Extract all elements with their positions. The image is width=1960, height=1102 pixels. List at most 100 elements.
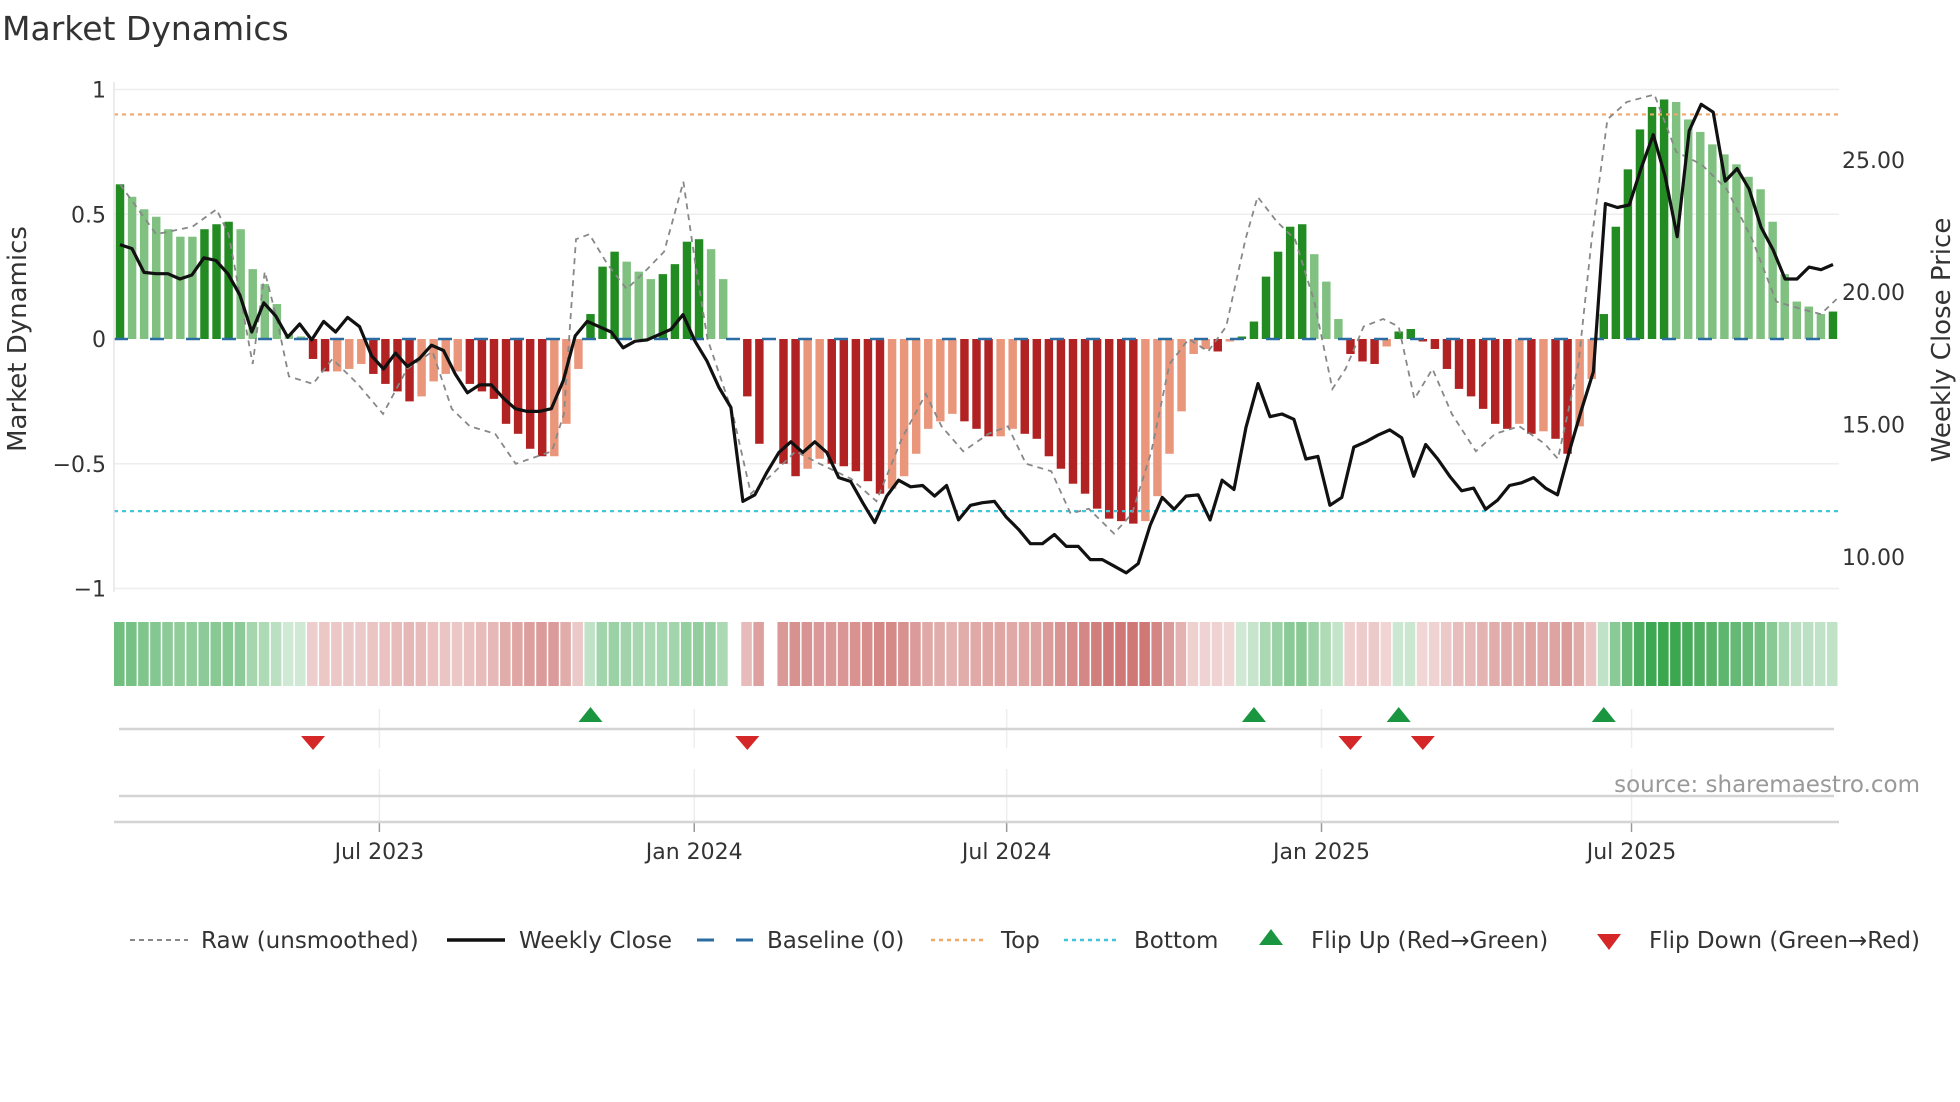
momentum-bar xyxy=(1442,339,1452,369)
momentum-bar xyxy=(658,274,668,339)
x-tick-label: Jul 2025 xyxy=(1585,840,1677,865)
momentum-bar xyxy=(1623,169,1633,339)
momentum-bar xyxy=(127,196,137,339)
momentum-bar xyxy=(417,339,426,397)
strip-cell xyxy=(801,622,813,686)
momentum-strip xyxy=(114,622,1838,686)
strip-cell xyxy=(596,622,608,686)
momentum-bar xyxy=(936,339,945,422)
momentum-bar xyxy=(332,339,342,372)
strip-cell xyxy=(379,622,390,686)
strip-cell xyxy=(958,622,969,686)
strip-cell xyxy=(246,622,258,686)
momentum-bar xyxy=(1551,339,1560,439)
momentum-bar xyxy=(1828,311,1838,339)
strip-cell xyxy=(825,622,837,686)
legend-label: Bottom xyxy=(1134,928,1218,954)
momentum-bar xyxy=(1297,224,1307,339)
strip-cell xyxy=(1018,622,1030,686)
strip-cell xyxy=(198,622,210,686)
strip-cell xyxy=(656,622,668,686)
momentum-bar xyxy=(960,339,969,422)
momentum-bar xyxy=(1117,339,1126,522)
strip-cell xyxy=(1247,622,1259,686)
y-tick-label: −0.5 xyxy=(53,453,106,478)
momentum-bar xyxy=(875,339,885,494)
flip-down-marker xyxy=(735,736,760,750)
momentum-bar xyxy=(320,339,330,372)
strip-cell xyxy=(1115,622,1126,686)
strip-cell xyxy=(1175,622,1187,686)
strip-cell xyxy=(1416,622,1428,686)
strip-cell xyxy=(1585,622,1597,686)
momentum-bar xyxy=(574,339,583,369)
strip-cell xyxy=(1778,622,1790,686)
momentum-bar xyxy=(899,339,909,477)
strip-cell xyxy=(1151,622,1162,686)
strip-cell xyxy=(1621,622,1633,686)
legend-item-bottom: Bottom xyxy=(1064,928,1218,954)
momentum-bar xyxy=(212,224,221,339)
strip-cell xyxy=(1284,622,1295,686)
momentum-bar xyxy=(863,339,873,482)
momentum-bar xyxy=(911,339,921,454)
momentum-bar xyxy=(1322,281,1331,339)
strip-cell xyxy=(1658,622,1669,686)
strip-cell xyxy=(777,622,789,686)
legend-label: Baseline (0) xyxy=(767,928,904,954)
legend-item-raw: Raw (unsmoothed) xyxy=(130,928,419,954)
chart-title: Market Dynamics xyxy=(2,9,289,48)
legend-label: Flip Up (Red→Green) xyxy=(1311,928,1548,954)
strip-cell xyxy=(1826,622,1838,686)
momentum-bar xyxy=(357,339,366,364)
y-tick-label: −1 xyxy=(74,578,106,603)
momentum-bar xyxy=(924,339,933,429)
strip-cell xyxy=(1392,622,1404,686)
strip-cell xyxy=(1513,622,1524,686)
strip-cell xyxy=(1079,622,1090,686)
momentum-bar xyxy=(984,339,993,437)
momentum-bar xyxy=(1032,339,1042,439)
momentum-bar xyxy=(1503,339,1512,429)
strip-cell xyxy=(1802,622,1814,686)
momentum-bar xyxy=(743,339,752,397)
momentum-bar xyxy=(1539,339,1548,432)
series-lines xyxy=(119,93,1838,575)
strip-cell xyxy=(849,622,861,686)
momentum-bar xyxy=(1515,339,1524,424)
raw-line xyxy=(119,93,1838,535)
strip-cell xyxy=(680,622,692,686)
flip-up-marker xyxy=(1591,707,1616,722)
legend-flip-down-icon xyxy=(1597,934,1621,950)
momentum-bar xyxy=(996,339,1005,437)
momentum-bar xyxy=(1285,226,1295,339)
momentum-bar xyxy=(538,339,547,457)
momentum-bar xyxy=(1490,339,1500,424)
momentum-bar xyxy=(1358,339,1367,362)
strip-cell xyxy=(898,622,909,686)
legend-label: Raw (unsmoothed) xyxy=(201,928,419,954)
momentum-bar xyxy=(345,339,354,369)
strip-cell xyxy=(717,622,728,686)
strip-cell xyxy=(1597,622,1609,686)
momentum-bar xyxy=(115,184,125,339)
momentum-bar xyxy=(1044,339,1054,457)
x-tick-label: Jan 2024 xyxy=(644,840,743,865)
strip-cell xyxy=(1259,622,1271,686)
momentum-bar xyxy=(622,261,631,339)
momentum-bar xyxy=(1659,99,1669,339)
strip-cell xyxy=(994,622,1006,686)
strip-cell xyxy=(1682,622,1693,686)
legend-flip-up-icon xyxy=(1259,929,1283,945)
strip-cell xyxy=(536,622,547,686)
strip-cell xyxy=(222,622,234,686)
strip-cell xyxy=(813,622,825,686)
momentum-bar xyxy=(1527,339,1536,434)
strip-cell xyxy=(319,622,330,686)
strip-cell xyxy=(294,622,306,686)
momentum-bar xyxy=(948,339,957,414)
momentum-bar xyxy=(694,239,704,339)
strip-cell xyxy=(1633,622,1645,686)
strip-cell xyxy=(1742,622,1754,686)
momentum-bar xyxy=(827,339,836,464)
